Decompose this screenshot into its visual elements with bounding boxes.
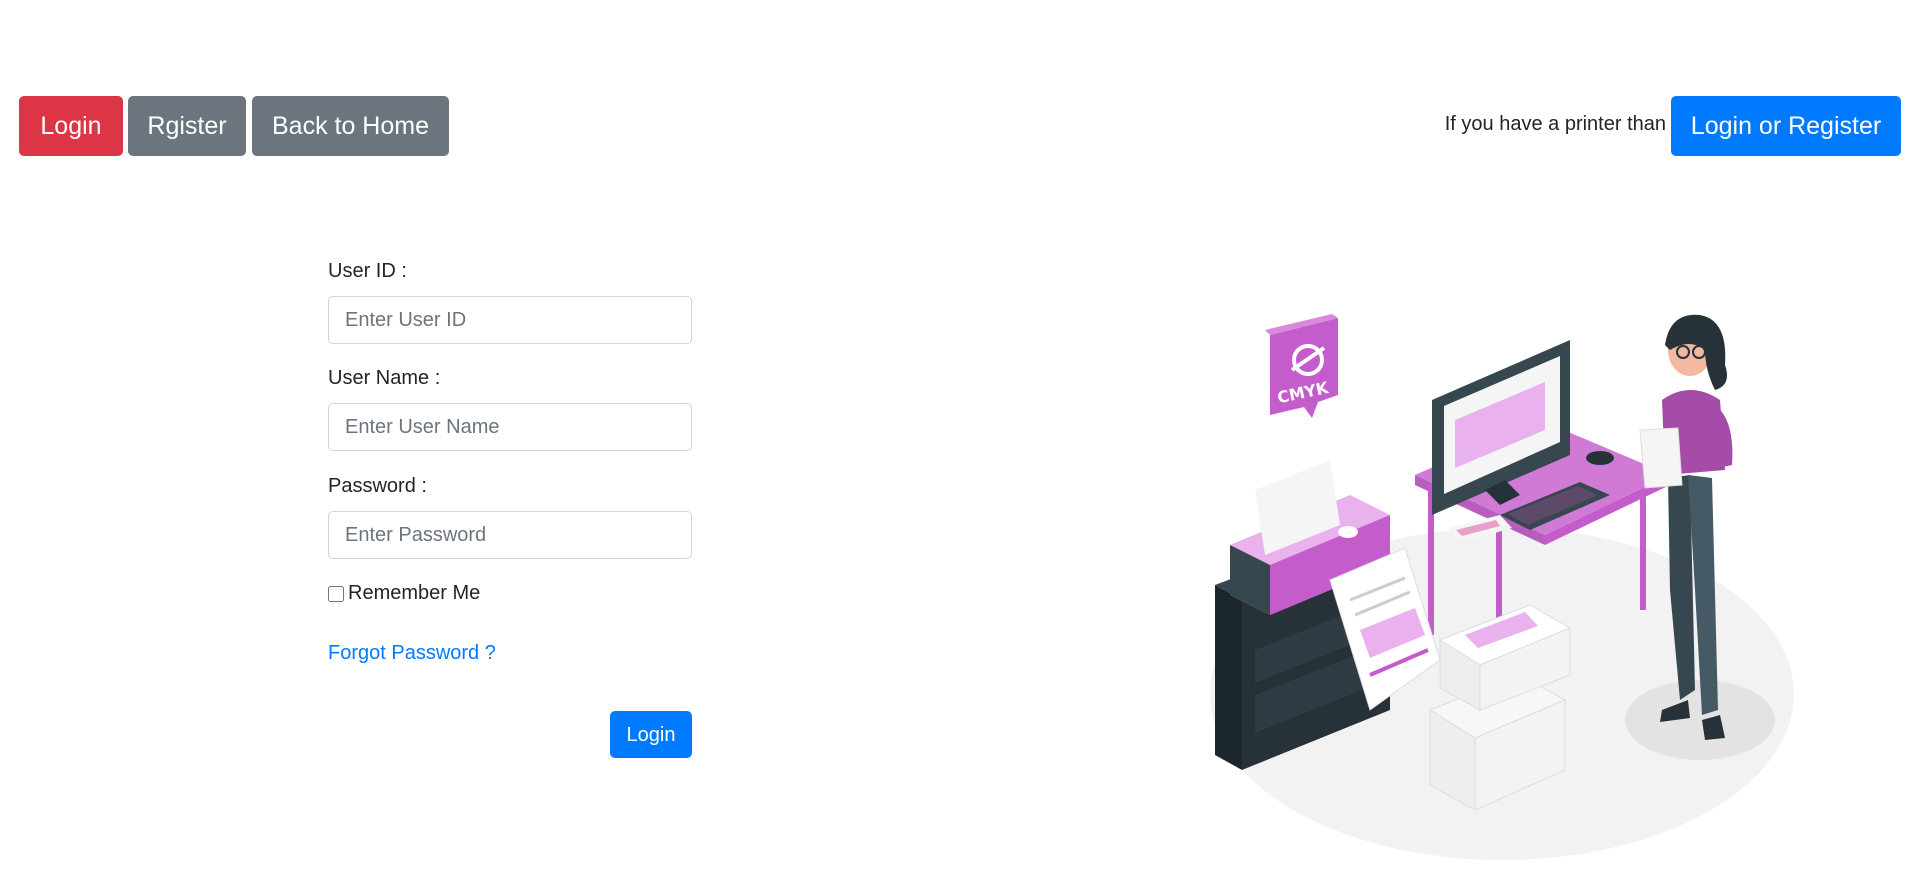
password-label: Password :	[328, 475, 427, 497]
user-name-label: User Name :	[328, 367, 441, 389]
remember-me-label: Remember Me	[348, 582, 481, 604]
remember-me-checkbox[interactable]	[328, 585, 344, 602]
printer-login-register-button[interactable]: Login or Register	[1671, 96, 1901, 156]
login-submit-button[interactable]: Login	[610, 711, 692, 758]
person-shadow	[1625, 680, 1775, 760]
user-id-label: User ID :	[328, 260, 407, 282]
user-name-input[interactable]	[328, 403, 692, 451]
printer-workspace-illustration: CMYK	[1210, 314, 1794, 860]
printer-prompt-text: If you have a printer than	[1444, 113, 1666, 135]
password-input[interactable]	[328, 511, 692, 559]
mouse	[1586, 451, 1614, 465]
back-to-home-button[interactable]: Back to Home	[252, 96, 449, 156]
cmyk-badge-icon: CMYK	[1265, 314, 1338, 418]
remember-me[interactable]: Remember Me	[328, 582, 480, 605]
nav-login-button[interactable]: Login	[19, 96, 123, 156]
user-id-input[interactable]	[328, 296, 692, 344]
forgot-password-link[interactable]: Forgot Password ?	[328, 642, 496, 665]
nav-register-button[interactable]: Rgister	[128, 96, 246, 156]
login-page: Login Rgister Back to Home If you have a…	[0, 0, 1916, 874]
